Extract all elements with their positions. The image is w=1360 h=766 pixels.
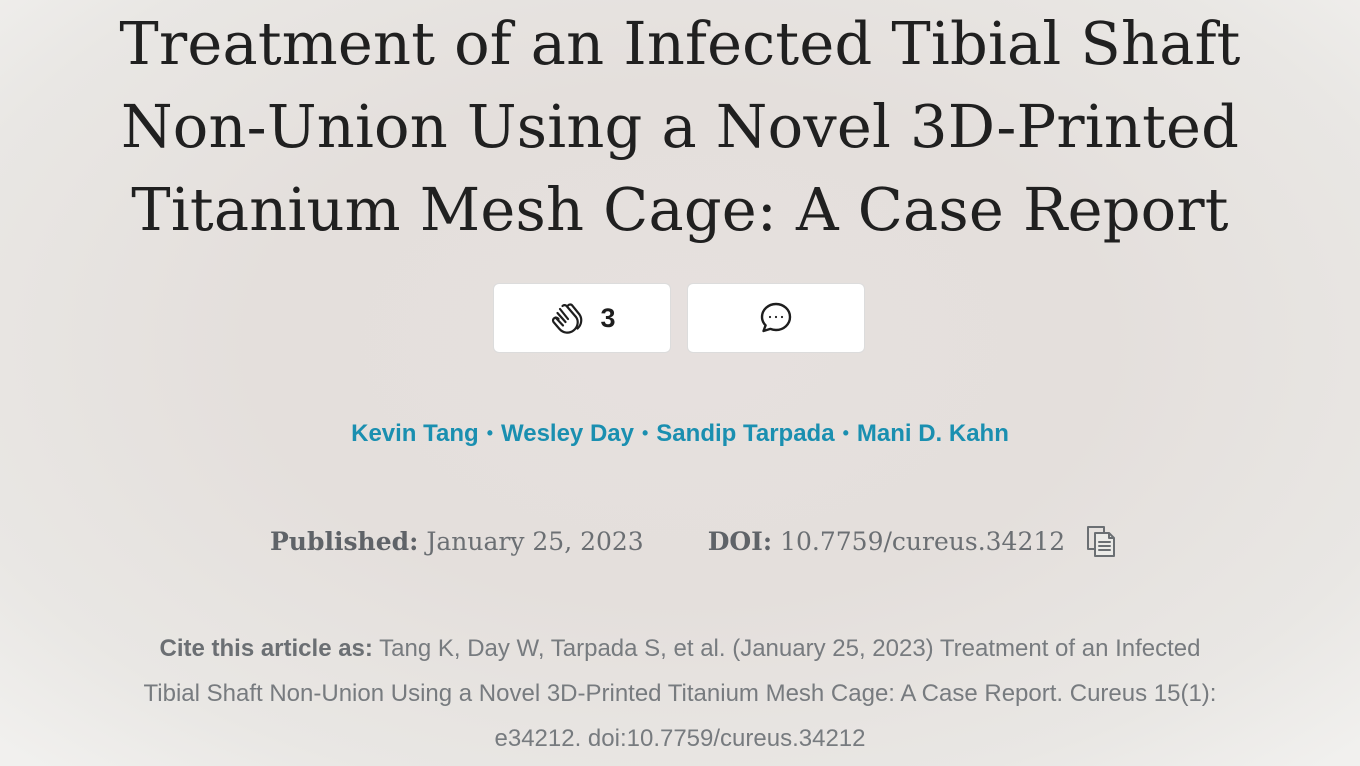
doi-label: DOI: (707, 526, 773, 556)
clap-icon (548, 299, 586, 337)
author-separator: • (486, 423, 493, 443)
comment-icon (758, 300, 794, 336)
doi-info: DOI: 10.7759/cureus.34212 (708, 523, 1119, 559)
author-link[interactable]: Mani D. Kahn (857, 420, 1009, 447)
clap-button[interactable]: 3 (493, 283, 671, 353)
author-separator: • (641, 423, 649, 443)
article-title: Treatment of an Infected Tibial Shaft No… (80, 2, 1280, 251)
citation-label: Cite this article as: (159, 635, 373, 662)
author-link[interactable]: Wesley Day (501, 420, 634, 447)
published-info: Published: January 25, 2023 (270, 527, 644, 556)
comment-button[interactable] (687, 283, 865, 353)
article-title-line: Non-Union Using a Novel 3D-Printed (120, 92, 1240, 161)
clap-count: 3 (600, 302, 616, 333)
published-date: January 25, 2023 (426, 526, 644, 556)
doi-value: 10.7759/cureus.34212 (780, 526, 1066, 556)
article-actions: 3 (493, 283, 865, 353)
copy-icon (1083, 523, 1119, 559)
article-title-line: Titanium Mesh Cage: A Case Report (131, 175, 1229, 244)
author-link[interactable]: Sandip Tarpada (656, 420, 834, 447)
citation: Cite this article as: Tang K, Day W, Tar… (140, 626, 1220, 761)
author-list: Kevin Tang • Wesley Day • Sandip Tarpada • Man… (0, 420, 1360, 448)
author-separator: • (842, 423, 849, 443)
published-label: Published: (270, 526, 419, 556)
article-title-line: Treatment of an Infected Tibial Shaft (119, 9, 1241, 78)
copy-doi-button[interactable] (1083, 523, 1119, 559)
article-meta: Published: January 25, 2023 DOI: 10.7759/c… (270, 523, 1119, 559)
author-link[interactable]: Kevin Tang (351, 420, 479, 447)
